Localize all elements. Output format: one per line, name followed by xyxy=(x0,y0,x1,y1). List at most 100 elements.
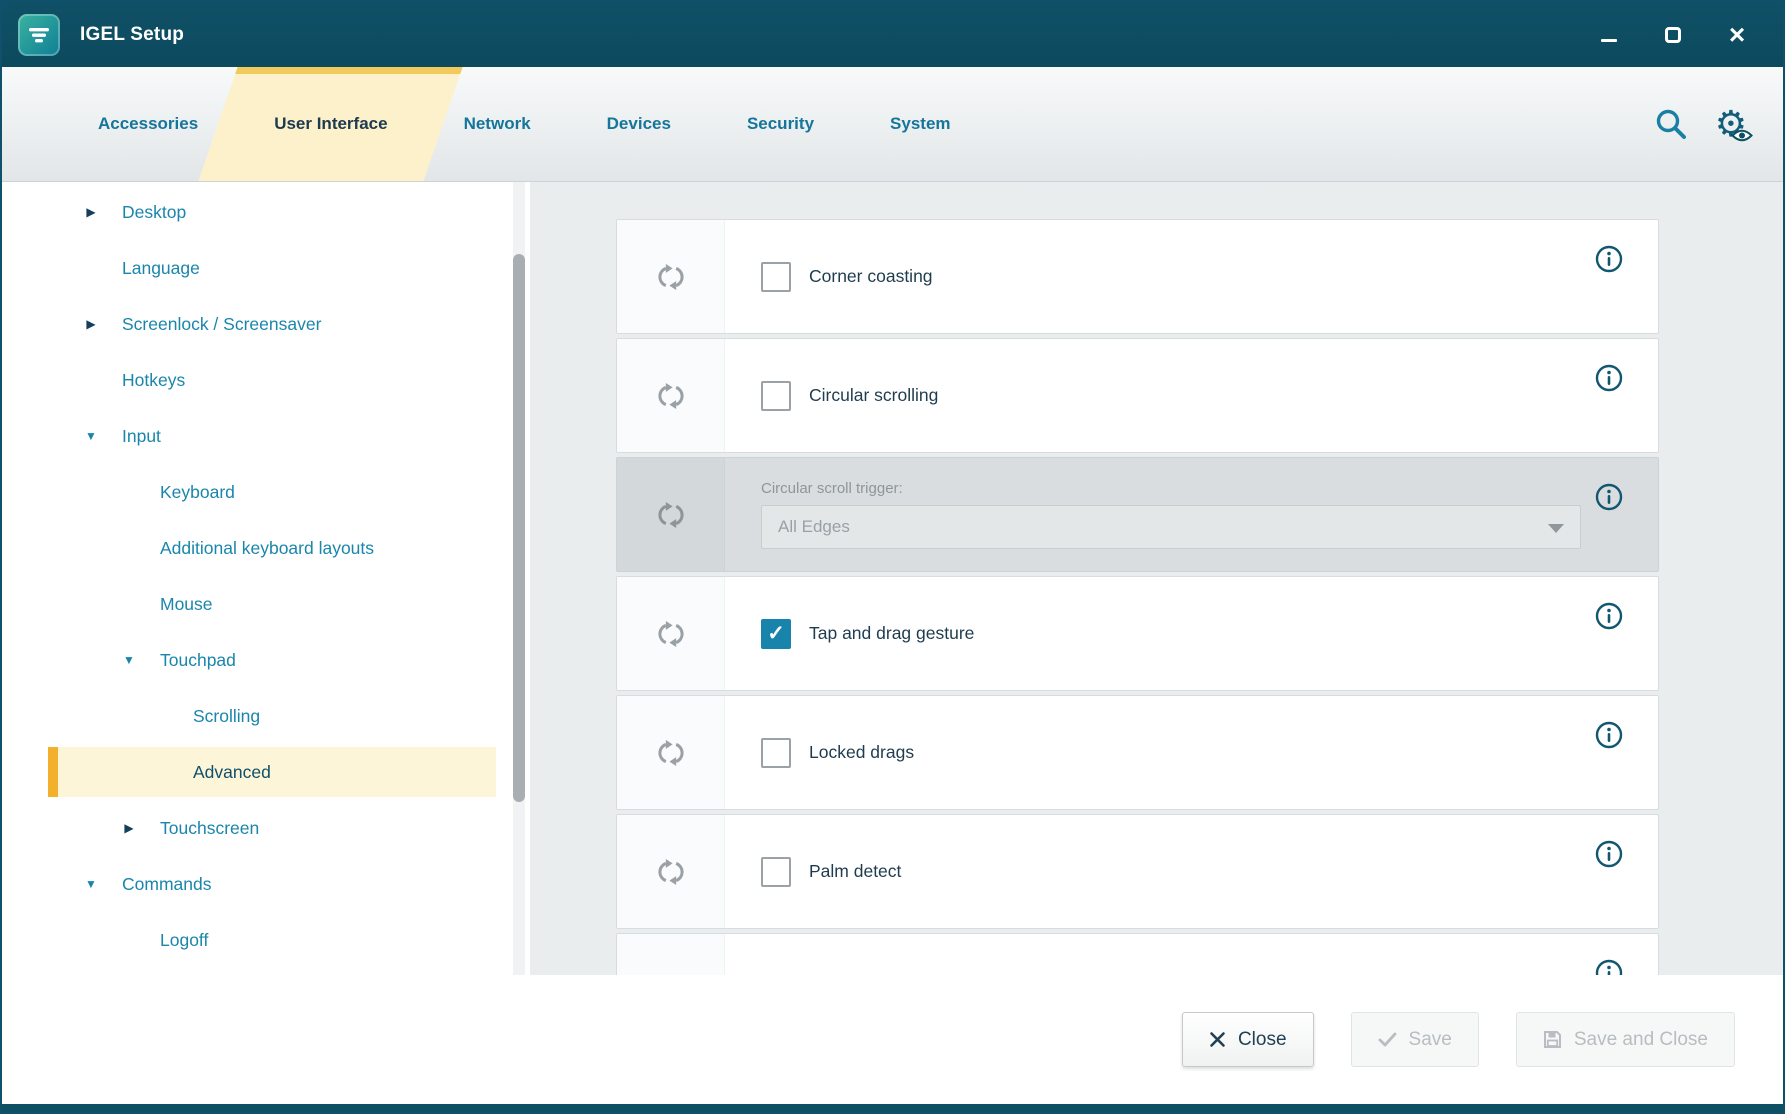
close-button-label: Close xyxy=(1238,1029,1287,1051)
sidebar-item-advanced[interactable]: Advanced xyxy=(2,744,530,800)
tab-label: System xyxy=(890,114,950,134)
circular-scroll-trigger-select: All Edges xyxy=(761,505,1581,549)
sidebar-item-label: Screenlock / Screensaver xyxy=(122,314,321,335)
sidebar-scrollbar[interactable] xyxy=(513,182,525,975)
setting-row-circular-scrolling: Circular scrolling xyxy=(616,338,1659,453)
window-controls: × xyxy=(1595,21,1767,49)
setting-row-partial: ✓ xyxy=(616,933,1659,975)
check-icon xyxy=(1378,1032,1397,1047)
setting-label: Circular scrolling xyxy=(809,385,938,406)
info-icon[interactable] xyxy=(1594,839,1624,869)
select-label: Circular scroll trigger: xyxy=(761,480,903,497)
settings-tree: ▶ Desktop Language ▶ Screenlock / Screen… xyxy=(2,182,530,968)
chevron-right-icon[interactable]: ▶ xyxy=(80,318,102,330)
reset-icon xyxy=(655,618,687,650)
chevron-down-icon[interactable]: ▼ xyxy=(80,430,102,442)
save-button-label: Save xyxy=(1409,1029,1452,1051)
sidebar-item-language[interactable]: Language xyxy=(2,240,530,296)
info-icon[interactable] xyxy=(1594,363,1624,393)
locked-drags-checkbox[interactable] xyxy=(761,738,791,768)
tab-accessories[interactable]: Accessories xyxy=(72,67,224,181)
save-button: Save xyxy=(1351,1012,1479,1067)
sidebar-item-label: Hotkeys xyxy=(122,370,185,391)
tab-system[interactable]: System xyxy=(864,67,976,181)
chevron-down-icon[interactable]: ▼ xyxy=(80,878,102,890)
reset-icon xyxy=(655,380,687,412)
tab-label: Security xyxy=(747,114,814,134)
sidebar-item-touchpad[interactable]: ▼ Touchpad xyxy=(2,632,530,688)
reset-to-default-button[interactable] xyxy=(617,934,725,975)
reset-to-default-button[interactable] xyxy=(617,339,725,452)
info-icon[interactable] xyxy=(1594,720,1624,750)
sidebar-item-hotkeys[interactable]: Hotkeys xyxy=(2,352,530,408)
sidebar-item-label: Desktop xyxy=(122,202,186,223)
sidebar-item-label: Commands xyxy=(122,874,211,895)
tab-label: Network xyxy=(464,114,531,134)
setting-row-corner-coasting: Corner coasting xyxy=(616,219,1659,334)
search-icon[interactable] xyxy=(1653,106,1689,142)
circular-scrolling-checkbox[interactable] xyxy=(761,381,791,411)
window-bottom-border xyxy=(2,1104,1783,1112)
reset-to-default-button[interactable] xyxy=(617,815,725,928)
sidebar-item-input[interactable]: ▼ Input xyxy=(2,408,530,464)
setting-row-locked-drags: Locked drags xyxy=(616,695,1659,810)
maximize-button[interactable] xyxy=(1659,21,1687,49)
sidebar-item-screenlock-screensaver[interactable]: ▶ Screenlock / Screensaver xyxy=(2,296,530,352)
info-icon[interactable] xyxy=(1594,244,1624,274)
reset-icon xyxy=(655,737,687,769)
close-button[interactable]: Close xyxy=(1182,1012,1314,1067)
palm-detect-checkbox[interactable] xyxy=(761,857,791,887)
close-window-button[interactable]: × xyxy=(1723,21,1751,49)
check-icon: ✓ xyxy=(767,623,785,644)
setting-label: Locked drags xyxy=(809,742,914,763)
setting-label: Corner coasting xyxy=(809,266,933,287)
tab-network[interactable]: Network xyxy=(438,67,557,181)
minimize-button[interactable] xyxy=(1595,21,1623,49)
reset-to-default-button[interactable] xyxy=(617,577,725,690)
setting-row-palm-detect: Palm detect xyxy=(616,814,1659,929)
setting-row-tap-and-drag-gesture: ✓ Tap and drag gesture xyxy=(616,576,1659,691)
chevron-right-icon[interactable]: ▶ xyxy=(80,206,102,218)
tab-security[interactable]: Security xyxy=(721,67,840,181)
sidebar-item-label: Scrolling xyxy=(193,706,260,727)
chevron-down-icon xyxy=(1548,524,1564,533)
sidebar-item-label: Touchpad xyxy=(160,650,236,671)
reset-to-default-button xyxy=(617,458,725,571)
tab-label: Accessories xyxy=(98,114,198,134)
igel-setup-window: IGEL Setup × Accessories User Interface … xyxy=(0,0,1785,1114)
eye-icon xyxy=(1731,128,1753,143)
chevron-right-icon[interactable]: ▶ xyxy=(118,822,140,834)
sidebar-item-desktop[interactable]: ▶ Desktop xyxy=(2,184,530,240)
info-icon[interactable] xyxy=(1594,601,1624,631)
sidebar-item-mouse[interactable]: Mouse xyxy=(2,576,530,632)
chevron-down-icon[interactable]: ▼ xyxy=(118,654,140,666)
sidebar-item-label: Additional keyboard layouts xyxy=(160,538,374,559)
sidebar-item-scrolling[interactable]: Scrolling xyxy=(2,688,530,744)
settings-gear-eye-icon[interactable]: ⚙ xyxy=(1715,106,1747,142)
info-icon[interactable] xyxy=(1594,482,1624,512)
sidebar-item-logoff[interactable]: Logoff xyxy=(2,912,530,968)
tab-label: User Interface xyxy=(274,114,387,134)
sidebar-item-keyboard[interactable]: Keyboard xyxy=(2,464,530,520)
sidebar-item-commands[interactable]: ▼ Commands xyxy=(2,856,530,912)
igel-logo-icon xyxy=(18,14,60,56)
reset-to-default-button[interactable] xyxy=(617,696,725,809)
setting-row-circular-scroll-trigger: Circular scroll trigger: All Edges xyxy=(616,457,1659,572)
settings-panel: Corner coasting xyxy=(530,182,1783,975)
save-and-close-button: Save and Close xyxy=(1516,1012,1735,1067)
sidebar-item-additional-keyboard-layouts[interactable]: Additional keyboard layouts xyxy=(2,520,530,576)
sidebar-item-label: Mouse xyxy=(160,594,213,615)
title-bar: IGEL Setup × xyxy=(2,2,1783,67)
tab-bar-actions: ⚙ xyxy=(1653,67,1783,181)
reset-to-default-button[interactable] xyxy=(617,220,725,333)
sidebar-item-label: Touchscreen xyxy=(160,818,259,839)
tab-bar: Accessories User Interface Network Devic… xyxy=(2,67,1783,182)
sidebar-item-label: Input xyxy=(122,426,161,447)
scrollbar-thumb[interactable] xyxy=(513,254,525,802)
info-icon[interactable] xyxy=(1594,958,1624,975)
tab-user-interface[interactable]: User Interface xyxy=(248,67,413,181)
tap-and-drag-gesture-checkbox[interactable]: ✓ xyxy=(761,619,791,649)
corner-coasting-checkbox[interactable] xyxy=(761,262,791,292)
tab-devices[interactable]: Devices xyxy=(581,67,697,181)
sidebar-item-touchscreen[interactable]: ▶ Touchscreen xyxy=(2,800,530,856)
